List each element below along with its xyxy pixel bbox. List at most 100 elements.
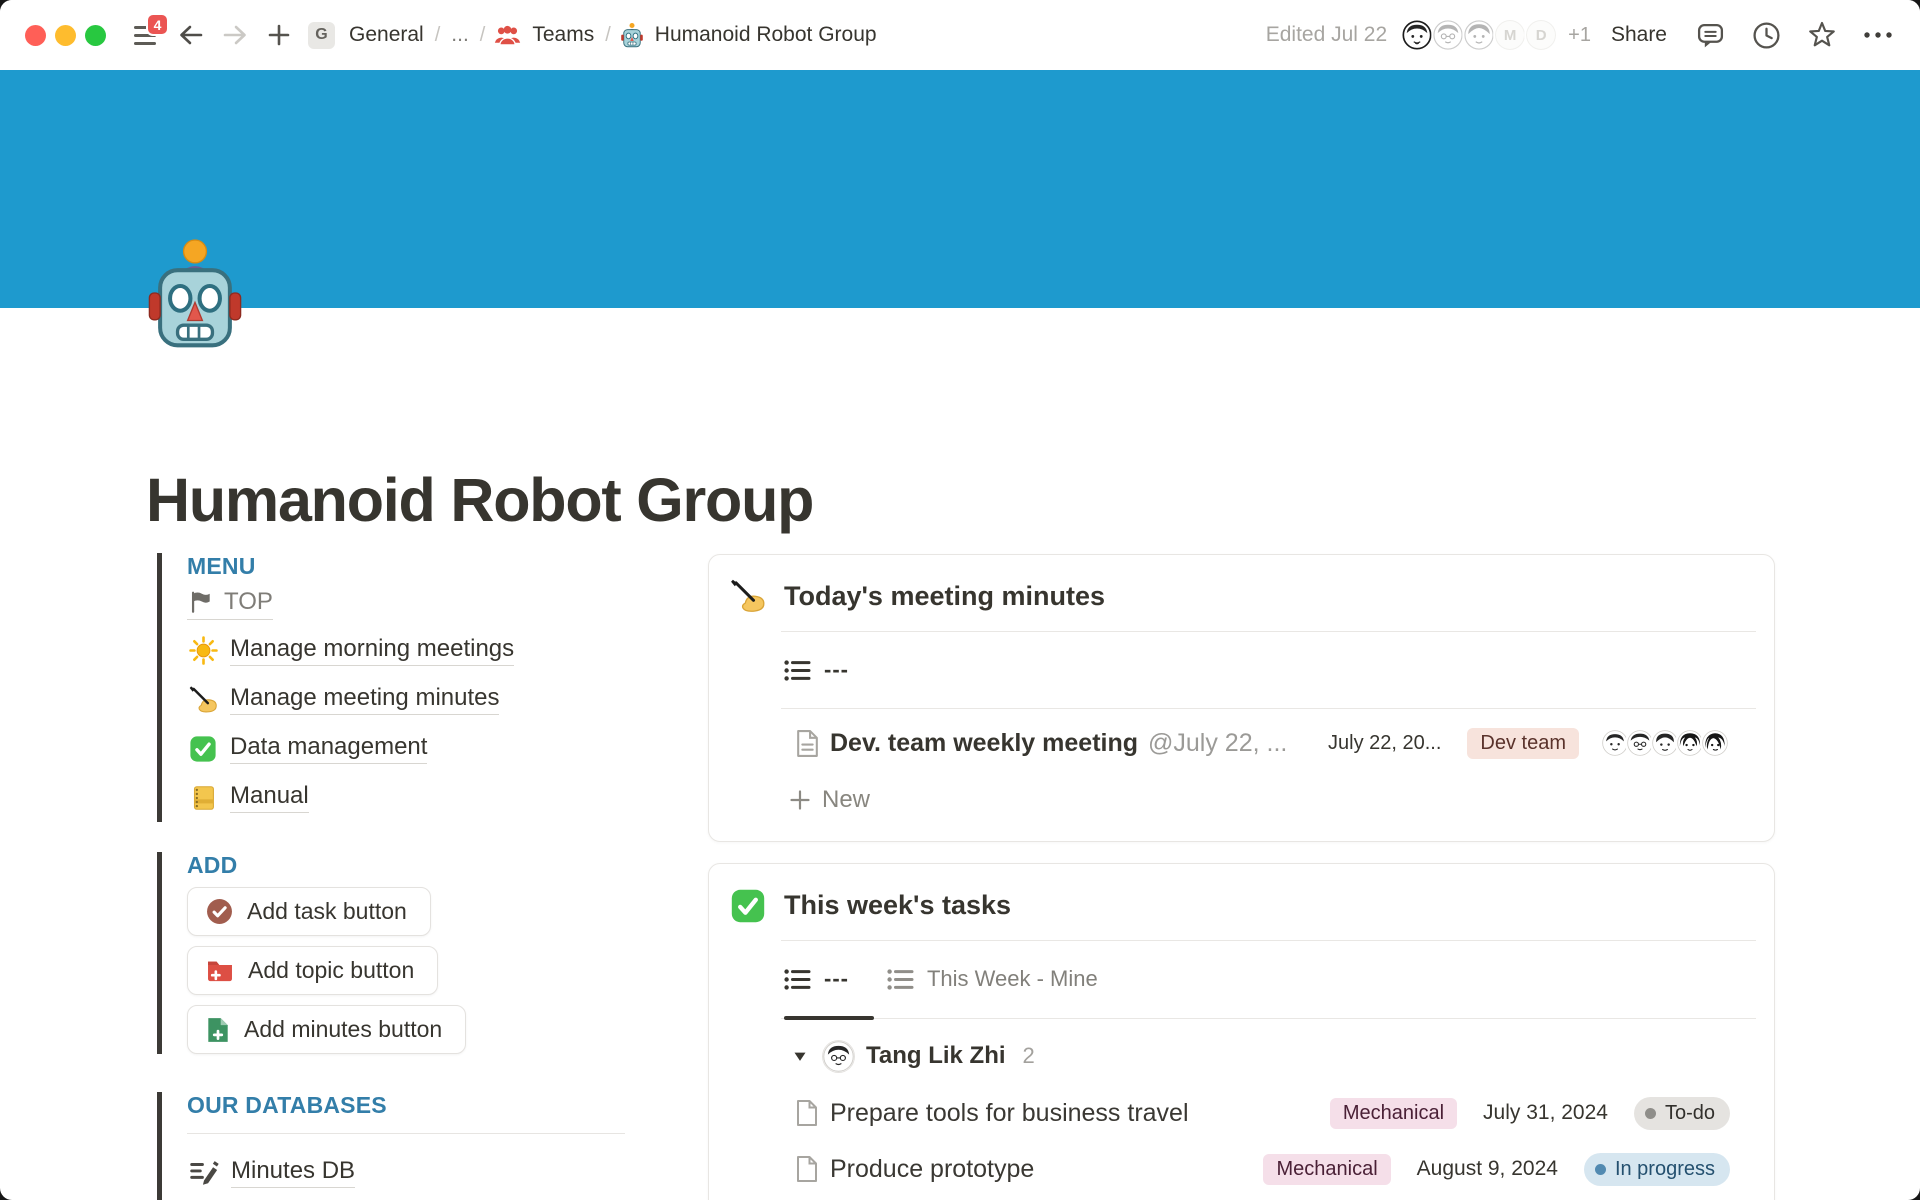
minimize-button[interactable] — [55, 25, 76, 46]
sidebar-toggle-button[interactable]: 4 — [130, 20, 160, 50]
status-dot — [1595, 1164, 1606, 1175]
avatar[interactable] — [1431, 18, 1465, 52]
view-tab-this-week-mine[interactable]: This Week - Mine — [887, 966, 1098, 992]
database-link-minutes-db[interactable]: Minutes DB — [187, 1156, 631, 1188]
new-tab-button[interactable] — [266, 22, 292, 48]
menu-section: MENU TOP Manage morning meetings Manage … — [157, 553, 631, 822]
add-minutes-label: Add minutes button — [244, 1016, 442, 1043]
star-icon — [1807, 20, 1837, 50]
close-button[interactable] — [25, 25, 46, 46]
weekly-tasks-card: This week's tasks --- This Week - Mine — [708, 863, 1775, 1200]
attendee-avatars — [1605, 728, 1730, 758]
group-name[interactable]: Tang Lik Zhi — [866, 1042, 1006, 1070]
ledger-icon — [187, 784, 219, 812]
more-options-button[interactable] — [1863, 20, 1893, 50]
avatar-initial-d[interactable]: D — [1524, 18, 1558, 52]
view-tab-label: This Week - Mine — [927, 966, 1098, 992]
databases-heading: OUR DATABASES — [187, 1092, 631, 1119]
team-tag: Dev team — [1467, 728, 1579, 759]
card-header: This week's tasks — [709, 864, 1774, 924]
page-icon — [795, 1099, 821, 1127]
comments-button[interactable] — [1695, 20, 1725, 50]
chevron-down-icon — [793, 1051, 807, 1062]
arrow-left-icon — [178, 23, 204, 47]
card-title: Today's meeting minutes — [784, 581, 1105, 612]
active-tab-indicator — [784, 1016, 874, 1020]
avatar — [1700, 728, 1730, 758]
avatar[interactable] — [1462, 18, 1496, 52]
card-title: This week's tasks — [784, 890, 1011, 921]
ellipsis-icon — [1863, 30, 1893, 40]
breadcrumb-teams[interactable]: Teams — [530, 23, 596, 47]
teams-icon — [494, 24, 521, 47]
tab-underline — [781, 1017, 1756, 1021]
add-task-button[interactable]: Add task button — [187, 887, 431, 936]
writing-hand-icon — [187, 685, 219, 715]
group-header: Tang Lik Zhi 2 — [709, 1027, 1774, 1085]
menu-item-label: Manage meeting minutes — [230, 684, 499, 715]
back-button[interactable] — [178, 22, 204, 48]
check-button-icon — [187, 735, 219, 763]
document-icon — [795, 729, 821, 758]
new-meeting-button[interactable]: New — [709, 774, 1774, 826]
workspace-badge[interactable]: G — [308, 22, 335, 49]
task-title: Prepare tools for business travel — [830, 1099, 1189, 1128]
file-plus-icon — [206, 1016, 230, 1044]
share-button[interactable]: Share — [1611, 23, 1667, 47]
presence-overflow-count[interactable]: +1 — [1568, 24, 1591, 47]
zoom-button[interactable] — [85, 25, 106, 46]
favorite-button[interactable] — [1807, 20, 1837, 50]
task-title: Produce prototype — [830, 1155, 1034, 1184]
flag-icon — [187, 589, 213, 615]
presence-avatars: M D — [1403, 18, 1558, 52]
clock-icon — [1752, 21, 1781, 50]
menu-item-top[interactable]: TOP — [187, 582, 631, 626]
meeting-row[interactable]: Dev. team weekly meeting @July 22, ... J… — [709, 712, 1774, 774]
notification-badge: 4 — [146, 13, 169, 36]
collapse-toggle[interactable] — [793, 1051, 808, 1062]
page-cover — [0, 70, 1920, 308]
task-row[interactable]: Produce prototype Mechanical August 9, 2… — [709, 1141, 1774, 1197]
menu-item-label: Manage morning meetings — [230, 635, 514, 666]
add-topic-label: Add topic button — [248, 957, 414, 984]
breadcrumb-general[interactable]: General — [347, 23, 426, 47]
view-tab-label: --- — [824, 657, 849, 683]
meeting-date: July 22, 20... — [1328, 732, 1441, 755]
add-topic-button[interactable]: Add topic button — [187, 946, 438, 995]
avatar-initial-m[interactable]: M — [1493, 18, 1527, 52]
robot-mini-icon — [620, 22, 644, 48]
updates-button[interactable] — [1751, 20, 1781, 50]
view-tab-minutes[interactable]: --- — [709, 632, 1774, 708]
status-dot — [1645, 1108, 1656, 1119]
meeting-minutes-card: Today's meeting minutes --- Dev. team we… — [708, 554, 1775, 842]
view-tabs: --- This Week - Mine — [709, 941, 1774, 1017]
menu-heading: MENU — [187, 553, 631, 580]
writing-hand-icon — [729, 578, 766, 615]
edited-timestamp: Edited Jul 22 — [1266, 23, 1387, 47]
due-date: July 31, 2024 — [1483, 1101, 1608, 1125]
robot-icon — [146, 238, 244, 348]
divider — [781, 708, 1756, 709]
comment-icon — [1696, 21, 1725, 50]
breadcrumb-separator: / — [605, 24, 611, 47]
card-header: Today's meeting minutes — [709, 555, 1774, 615]
divider — [187, 1133, 625, 1134]
view-tab-active[interactable]: --- — [784, 966, 849, 992]
meeting-title: Dev. team weekly meeting — [830, 729, 1138, 758]
breadcrumb-separator: / — [480, 24, 486, 47]
add-minutes-button[interactable]: Add minutes button — [187, 1005, 466, 1054]
view-tab-label: --- — [824, 966, 849, 992]
menu-item-meeting-minutes[interactable]: Manage meeting minutes — [187, 675, 631, 724]
breadcrumb-ellipsis[interactable]: ... — [449, 23, 471, 47]
forward-button[interactable] — [222, 22, 248, 48]
menu-item-manual[interactable]: Manual — [187, 773, 631, 822]
check-button-icon — [729, 887, 766, 924]
page-icon-robot[interactable] — [146, 238, 244, 348]
avatar[interactable] — [1400, 18, 1434, 52]
menu-item-morning-meetings[interactable]: Manage morning meetings — [187, 626, 631, 675]
menu-item-label: TOP — [224, 588, 273, 616]
menu-item-data-management[interactable]: Data management — [187, 724, 631, 773]
breadcrumb-page[interactable]: Humanoid Robot Group — [653, 23, 879, 47]
add-section: ADD Add task button Add topic button Add… — [157, 852, 631, 1054]
task-row[interactable]: Prepare tools for business travel Mechan… — [709, 1085, 1774, 1141]
